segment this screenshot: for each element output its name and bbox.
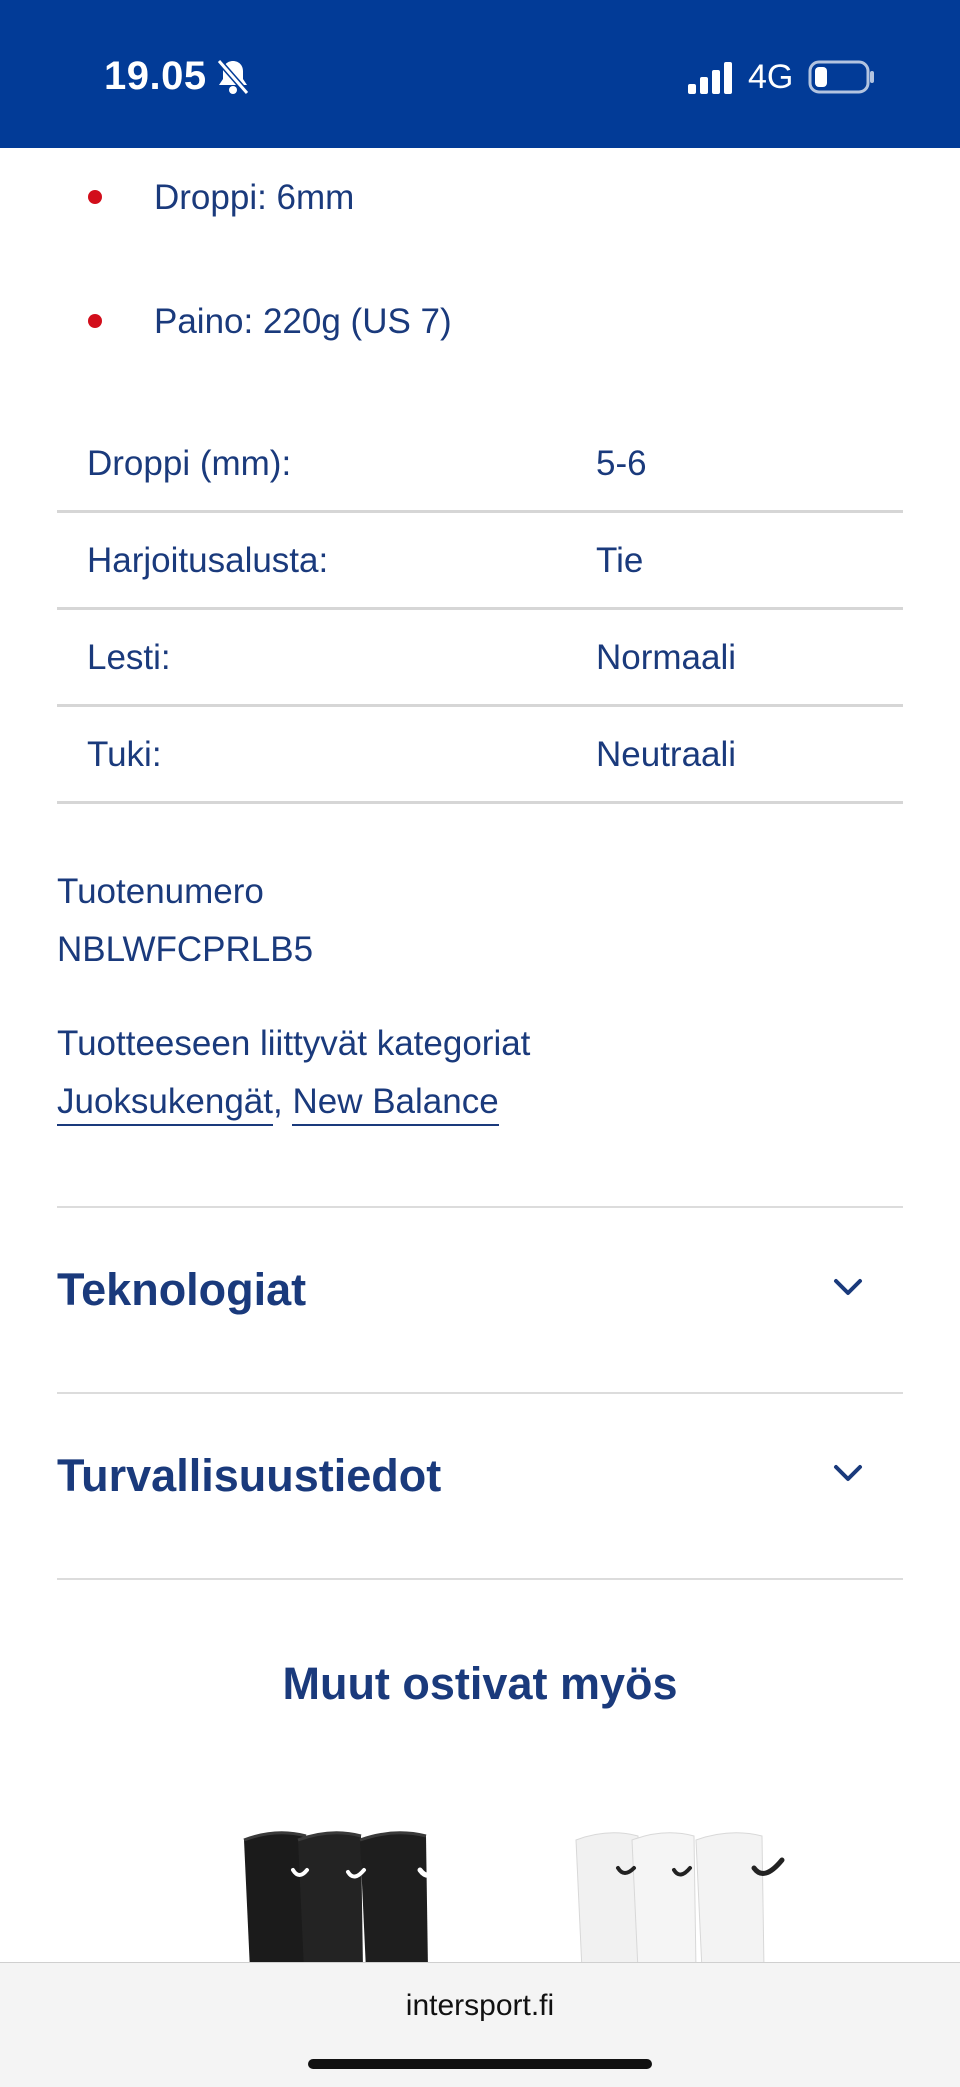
spec-value: Tie — [596, 541, 644, 580]
bullet-text: Paino: 220g (US 7) — [154, 302, 452, 341]
signal-icon — [688, 62, 732, 94]
status-bar: 19.05 4G — [0, 0, 960, 148]
product-number-value: NBLWFCPRLB5 — [57, 930, 314, 969]
chevron-down-icon[interactable] — [831, 1456, 865, 1490]
spec-bullet-drop: Droppi: 6mm — [88, 168, 888, 228]
table-row: Harjoitusalusta: Tie — [57, 513, 903, 610]
chevron-down-icon[interactable] — [831, 1270, 865, 1304]
spec-label: Droppi (mm): — [87, 444, 292, 483]
category-separator: , — [272, 1082, 283, 1121]
bell-muted-icon — [216, 59, 250, 95]
accordion-safety-info[interactable]: Turvallisuustiedot — [57, 1392, 903, 1578]
battery-icon — [808, 60, 874, 94]
product-card-white-socks[interactable] — [566, 1820, 806, 1970]
product-number-label: Tuotenumero — [57, 872, 264, 911]
divider — [57, 1578, 903, 1580]
home-indicator[interactable] — [308, 2059, 652, 2069]
accordion-title[interactable]: Teknologiat — [57, 1250, 306, 1330]
product-card-black-socks[interactable] — [236, 1820, 466, 1970]
spec-label: Lesti: — [87, 638, 171, 677]
categories-links: Juoksukengät, New Balance — [57, 1078, 499, 1126]
accordion-technologies[interactable]: Teknologiat — [57, 1206, 903, 1392]
category-link-new-balance[interactable]: New Balance — [292, 1082, 499, 1126]
accordion-title[interactable]: Turvallisuustiedot — [57, 1436, 441, 1516]
spec-label: Harjoitusalusta: — [87, 541, 329, 580]
browser-bar: intersport.fi — [0, 1962, 960, 2087]
status-time: 19.05 — [104, 54, 207, 98]
white-crew-socks-image — [575, 1832, 785, 1970]
spec-label: Tuki: — [87, 735, 162, 774]
spec-bullet-weight: Paino: 220g (US 7) — [88, 292, 888, 352]
black-crew-socks-image — [243, 1831, 449, 1970]
recommendations-title: Muut ostivat myös — [282, 1658, 678, 1709]
spec-value: Normaali — [596, 638, 737, 677]
table-row: Droppi (mm): 5-6 — [57, 416, 903, 513]
categories-label: Tuotteeseen liittyvät kategoriat — [57, 1024, 531, 1063]
spec-value: Neutraali — [596, 735, 737, 774]
bullet-dot — [88, 314, 102, 328]
network-label: 4G — [748, 58, 794, 96]
category-link-running-shoes[interactable]: Juoksukengät — [57, 1082, 273, 1126]
bullet-dot — [88, 190, 102, 204]
table-row: Lesti: Normaali — [57, 610, 903, 707]
bullet-text: Droppi: 6mm — [154, 178, 355, 217]
url-bar[interactable]: intersport.fi — [0, 1989, 960, 2023]
spec-value: 5-6 — [596, 444, 647, 483]
table-row: Tuki: Neutraali — [57, 707, 903, 804]
spec-table: Droppi (mm): 5-6 Harjoitusalusta: Tie Le… — [57, 416, 903, 804]
